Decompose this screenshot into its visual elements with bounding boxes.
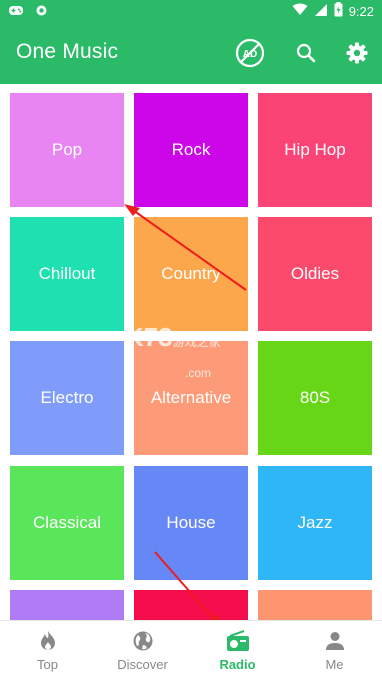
app-bar: One Music AD <box>0 22 382 84</box>
genre-tile[interactable]: Rock <box>134 93 248 207</box>
nav-discover-label: Discover <box>117 657 168 672</box>
nav-radio-label: Radio <box>219 657 256 672</box>
nav-top-label: Top <box>37 657 58 672</box>
genre-label: Jazz <box>297 513 333 532</box>
search-button[interactable] <box>290 37 322 69</box>
genre-label: Classical <box>32 513 102 532</box>
nav-discover[interactable]: Discover <box>95 621 190 675</box>
radio-icon <box>226 630 249 651</box>
genre-tile[interactable] <box>258 590 372 620</box>
genre-tile[interactable] <box>134 590 248 620</box>
genre-tile[interactable]: Chillout <box>10 217 124 331</box>
app-title: One Music <box>16 40 119 63</box>
gear-icon <box>346 42 368 64</box>
genre-label: Electro <box>40 388 94 407</box>
genre-tile[interactable]: Oldies <box>258 217 372 331</box>
remove-ads-button[interactable]: AD <box>234 37 266 69</box>
genre-tile[interactable]: Pop <box>10 93 124 207</box>
genre-tile[interactable]: Jazz <box>258 466 372 580</box>
clock-time: 9:22 <box>348 3 374 19</box>
search-icon <box>296 43 316 63</box>
genre-label: Pop <box>51 140 83 159</box>
status-bar: 9:22 <box>0 0 382 22</box>
genre-grid: Pop Rock Hip Hop Chillout Country Oldies Elect… <box>0 84 382 620</box>
nav-top[interactable]: Top <box>0 621 95 675</box>
genre-label: House <box>166 513 216 532</box>
no-ads-icon: AD <box>235 38 265 68</box>
nav-me-label: Me <box>325 657 344 672</box>
gamepad-icon <box>8 3 24 21</box>
genre-label: Hip Hop <box>284 140 346 159</box>
notification-icon <box>36 3 47 21</box>
flame-icon <box>40 631 55 650</box>
genre-label: Oldies <box>290 264 340 283</box>
genre-tile[interactable]: Alternative <box>134 341 248 455</box>
person-icon <box>325 632 344 650</box>
nav-me[interactable]: Me <box>287 621 382 675</box>
genre-tile[interactable]: House <box>134 466 248 580</box>
battery-icon <box>334 2 343 20</box>
genre-label: Chillout <box>38 264 96 283</box>
genre-label: Country <box>161 264 221 283</box>
genre-label: Alternative <box>150 388 232 407</box>
signal-icon <box>314 3 328 20</box>
nav-radio[interactable]: Radio <box>190 621 285 675</box>
genre-tile[interactable]: Electro <box>10 341 124 455</box>
globe-icon <box>133 631 152 651</box>
genre-tile[interactable]: 80S <box>258 341 372 455</box>
bottom-navigation: Top Discover Radio Me <box>0 620 382 675</box>
genre-tile[interactable]: Hip Hop <box>258 93 372 207</box>
wifi-icon <box>292 3 308 19</box>
genre-tile[interactable]: Country <box>134 217 248 331</box>
settings-button[interactable] <box>341 37 373 69</box>
genre-tile[interactable] <box>10 590 124 620</box>
genre-tile[interactable]: Classical <box>10 466 124 580</box>
genre-label: Rock <box>171 140 211 159</box>
genre-label: 80S <box>299 388 331 407</box>
